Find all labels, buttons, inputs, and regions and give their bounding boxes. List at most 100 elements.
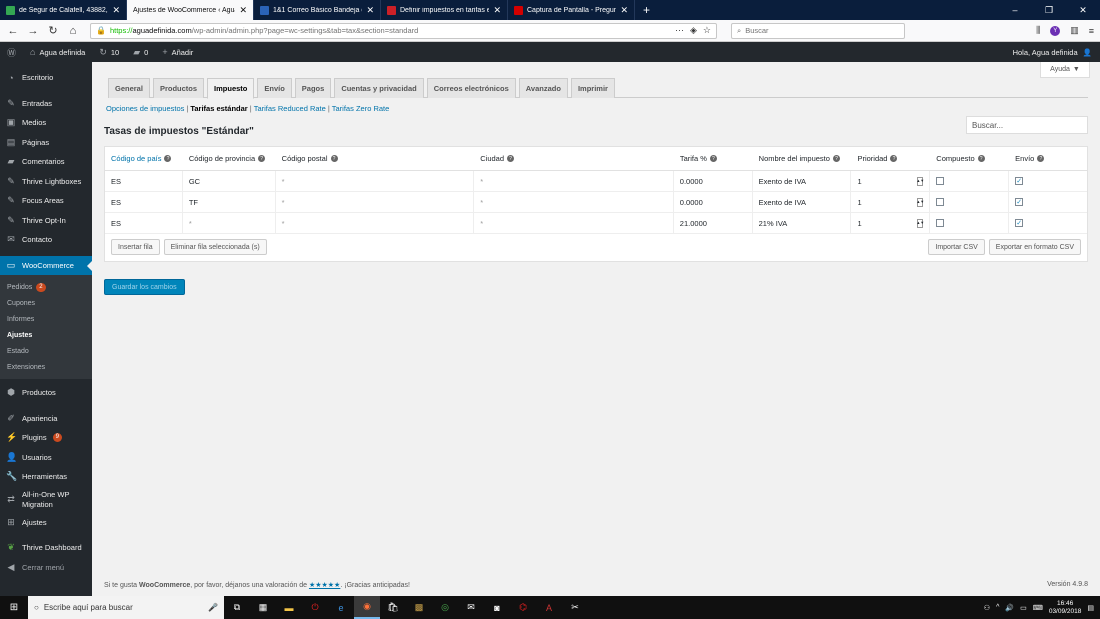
sidebar-item-escritorio[interactable]: ◔ Escritorio [0,68,92,88]
sidebar-item-contacto[interactable]: ✉ Contacto [0,230,92,250]
home-icon[interactable]: ⌂ [66,25,80,37]
site-name-link[interactable]: ⌂ Agua definida [23,47,92,57]
column-header[interactable]: Código de país? [105,147,183,170]
shipping-checkbox[interactable]: ✓ [1015,198,1024,206]
browser-search-field[interactable]: ⌕ Buscar [731,22,905,39]
sidebar-item-thrive-optin[interactable]: ✎ Thrive Opt-In [0,211,92,231]
help-tip-icon[interactable]: ? [890,155,898,162]
import-csv-button[interactable]: Importar CSV [928,239,985,255]
pocket-icon[interactable]: ◈ [690,25,697,36]
browser-tab-woocommerce[interactable]: Ajustes de WooCommerce ‹ Agua d ✕ [127,0,254,20]
updates-link[interactable]: ↻ 10 [92,47,126,58]
sidebar-item-thrive-lightboxes[interactable]: ✎ Thrive Lightboxes [0,172,92,192]
taskbar-search[interactable]: ○ Escribe aquí para buscar 🎤 [28,596,224,619]
browser-tab-tax[interactable]: Definir impuestos en tarifas est ✕ [381,0,508,20]
store-icon[interactable]: 🛍 [380,596,406,619]
city-input[interactable]: * [474,192,674,212]
wordpress-logo-button[interactable]: Ⓦ [0,46,23,59]
sidebar-item-paginas[interactable]: ▤ Páginas [0,133,92,153]
sidebar-item-allinone[interactable]: ⇄ All-in-One WP Migration [0,487,92,513]
table-row[interactable]: ES TF * * 0.0000 Exento de IVA 1 ▲▼ ✓ [105,192,1087,213]
city-input[interactable]: * [474,213,674,233]
link-standard-rates[interactable]: Tarifas estándar [190,104,247,113]
notifications-icon[interactable]: ▤ [1087,604,1094,612]
mail-icon[interactable]: ✉ [458,596,484,619]
clock[interactable]: 16:46 03/09/2018 [1049,600,1082,616]
sidebar-item-woocommerce[interactable]: ▭ WooCommerce [0,255,92,275]
network-icon[interactable]: ▭ [1020,604,1027,612]
tab-envio[interactable]: Envío [257,78,292,98]
tab-productos[interactable]: Productos [152,78,205,98]
sidebar-item-productos[interactable]: ⬢ Productos [0,383,92,403]
help-tip-icon[interactable]: ? [1037,155,1045,162]
new-tab-button[interactable]: + [635,0,658,20]
browser-tab-maps[interactable]: de Segur de Calafell, 43882, Tarr ✕ [0,0,127,20]
sidebar-item-comentarios[interactable]: ▰ Comentarios [0,152,92,172]
link-zero-rates[interactable]: Tarifas Zero Rate [332,104,390,113]
compound-checkbox[interactable] [936,219,945,227]
close-icon[interactable]: ✕ [366,5,374,16]
state-code-input[interactable]: TF [183,192,276,212]
priority-stepper[interactable]: 1 ▲▼ [851,213,931,233]
reload-icon[interactable]: ↻ [46,24,60,37]
rate-input[interactable]: 21.0000 [674,213,753,233]
bookmark-star-icon[interactable]: ☆ [703,25,711,36]
close-icon[interactable]: ✕ [239,5,247,16]
country-code-input[interactable]: ES [105,171,183,191]
more-icon[interactable]: ··· [675,25,684,36]
rate-input[interactable]: 0.0000 [674,171,753,191]
task-view-icon[interactable]: ⧉ [224,596,250,619]
priority-stepper[interactable]: 1 ▲▼ [851,192,931,212]
people-icon[interactable]: ⚇ [984,604,990,612]
table-row[interactable]: ES * * * 21.0000 21% IVA 1 ▲▼ ✓ [105,213,1087,234]
submenu-item-ajustes[interactable]: Ajustes [0,327,92,343]
sidebar-item-medios[interactable]: ▣ Medios [0,113,92,133]
menu-icon[interactable]: ≡ [1089,26,1094,36]
tab-avanzado[interactable]: Avanzado [518,78,568,98]
search-input[interactable]: Buscar... [966,116,1088,134]
start-button[interactable]: ⊞ [0,596,28,619]
postcode-input[interactable]: * [276,213,475,233]
export-csv-button[interactable]: Exportar en formato CSV [988,239,1081,255]
save-button[interactable]: Guardar los cambios [104,279,185,295]
stepper-arrows-icon[interactable]: ▲▼ [916,197,924,207]
comments-link[interactable]: ▰ 0 [126,47,155,58]
volume-icon[interactable]: 🔊 [1005,604,1014,612]
link-tax-options[interactable]: Opciones de impuestos [106,104,184,113]
forward-icon[interactable]: → [26,25,40,37]
link-reduced-rates[interactable]: Tarifas Reduced Rate [254,104,326,113]
media-app-icon[interactable]: ◙ [484,596,510,619]
close-icon[interactable]: ✕ [620,5,628,16]
submenu-item-extensiones[interactable]: Extensiones [0,359,92,375]
maximize-icon[interactable]: ❐ [1032,0,1066,20]
close-icon[interactable]: ✕ [112,5,120,16]
compound-checkbox[interactable] [936,177,945,185]
help-tip-icon[interactable]: ? [330,155,338,162]
close-window-icon[interactable]: ✕ [1066,0,1100,20]
priority-stepper[interactable]: 1 ▲▼ [851,171,931,191]
file-explorer-icon[interactable]: ▬ [276,596,302,619]
sidebar-icon[interactable]: ▥ [1070,25,1079,36]
tab-cuentas[interactable]: Cuentas y privacidad [334,78,424,98]
back-icon[interactable]: ← [6,25,20,37]
edge-icon[interactable]: e [328,596,354,619]
submenu-item-estado[interactable]: Estado [0,343,92,359]
sidebar-item-usuarios[interactable]: 👤 Usuarios [0,448,92,468]
table-row[interactable]: ES GC * * 0.0000 Exento de IVA 1 ▲▼ ✓ [105,171,1087,192]
rating-stars-link[interactable]: ★★★★★ [309,582,340,589]
power-app-icon[interactable]: ⏻ [302,596,328,619]
extension-icon[interactable]: Y [1050,25,1061,36]
chevron-up-icon[interactable]: ^ [996,604,999,611]
tax-name-input[interactable]: Exento de IVA [753,171,852,191]
sidebar-item-plugins[interactable]: ⚡ Plugins 9 [0,428,92,448]
shipping-checkbox[interactable]: ✓ [1015,219,1024,227]
submenu-item-cupones[interactable]: Cupones [0,295,92,311]
sidebar-item-apariencia[interactable]: ✐ Apariencia [0,409,92,429]
tab-impuesto[interactable]: Impuesto [207,78,255,99]
help-tip-icon[interactable]: ? [709,155,717,162]
microphone-icon[interactable]: 🎤 [208,603,218,612]
submenu-item-pedidos[interactable]: Pedidos 2 [0,279,92,295]
country-code-input[interactable]: ES [105,213,183,233]
sidebar-item-focus-areas[interactable]: ✎ Focus Areas [0,191,92,211]
sidebar-item-thrive-dashboard[interactable]: ❦ Thrive Dashboard [0,538,92,558]
